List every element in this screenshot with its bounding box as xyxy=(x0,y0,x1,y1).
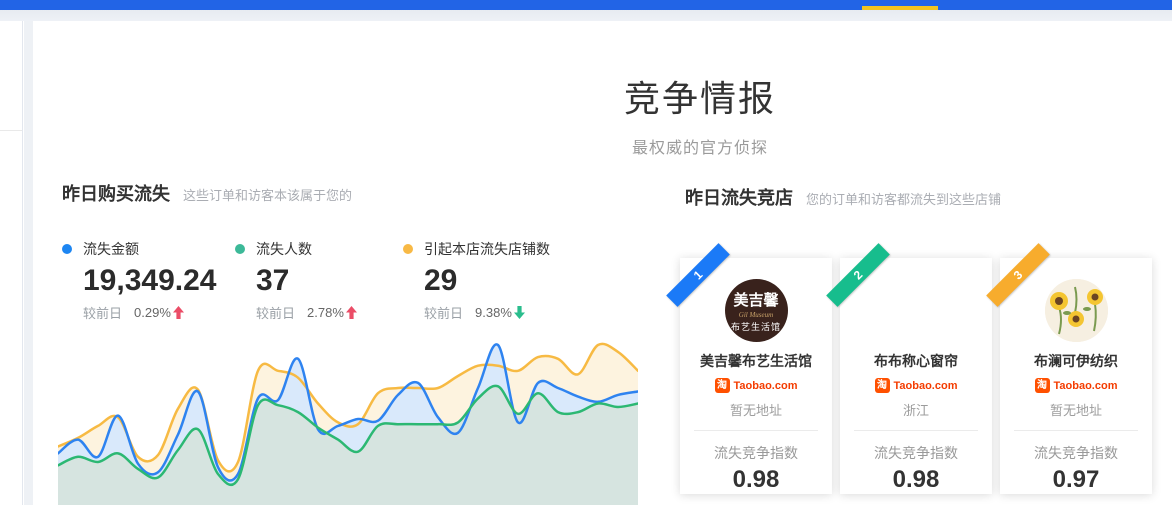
compare-label: 较前日 xyxy=(424,303,463,322)
taobao-icon: 淘 xyxy=(715,378,730,393)
competitor-card-3[interactable]: 3 布澜可伊纺织 淘 Taobao.com 暂无地址 流失竞争指数 0.97 xyxy=(1000,258,1152,494)
taobao-icon: 淘 xyxy=(875,378,890,393)
purchase-loss-title: 昨日购买流失 xyxy=(62,184,170,204)
card-divider xyxy=(1014,430,1138,431)
legend-dot-lost-amount xyxy=(62,244,72,254)
platform-row: 淘 Taobao.com xyxy=(680,378,832,393)
legend-dot-causing-stores xyxy=(403,244,413,254)
card-divider xyxy=(694,430,818,431)
purchase-loss-subtitle: 这些订单和访客本该属于您的 xyxy=(183,188,352,203)
taobao-label: Taobao.com xyxy=(894,380,958,392)
trend-up-icon xyxy=(346,306,357,319)
left-rail xyxy=(0,21,23,505)
toolbar-strip xyxy=(0,10,1172,21)
platform-row: 淘 Taobao.com xyxy=(1000,378,1152,393)
page-title: 竞争情报 xyxy=(430,70,970,122)
sunflower-art xyxy=(1045,279,1108,342)
store-name[interactable]: 布澜可伊纺织 xyxy=(1000,351,1152,371)
compare-label: 较前日 xyxy=(256,303,295,322)
rank-ribbon: 1 xyxy=(666,243,730,307)
trend-up-icon xyxy=(173,306,184,319)
section-purchase-loss-header: 昨日购买流失这些订单和访客本该属于您的 xyxy=(62,180,352,206)
store-avatar xyxy=(1045,279,1108,342)
page-subtitle: 最权威的官方侦探 xyxy=(430,134,970,158)
metric-lost-amount: 流失金额 19,349.24 较前日 0.29% xyxy=(62,239,216,322)
trend-down-icon xyxy=(514,306,525,319)
metric-value: 37 xyxy=(256,264,357,298)
change-percent: 9.38% xyxy=(475,305,512,320)
store-name[interactable]: 美吉馨布艺生活馆 xyxy=(680,351,832,371)
metric-value: 29 xyxy=(424,264,550,298)
store-name[interactable]: 布布称心窗帘 xyxy=(840,351,992,371)
store-location: 暂无地址 xyxy=(680,400,832,419)
taobao-label: Taobao.com xyxy=(1054,380,1118,392)
rank-ribbon: 2 xyxy=(826,243,890,307)
metric-lost-visitors: 流失人数 37 较前日 2.78% xyxy=(235,239,357,322)
store-location: 浙江 xyxy=(840,400,992,419)
taobao-icon: 淘 xyxy=(1035,378,1050,393)
rank-ribbon: 3 xyxy=(986,243,1050,307)
store-avatar: 美吉馨 Gil Museum 布艺生活馆 xyxy=(725,279,788,342)
avatar-line: 布艺生活馆 xyxy=(731,320,781,333)
competitor-card-1[interactable]: 1 美吉馨 Gil Museum 布艺生活馆 美吉馨布艺生活馆 淘 Taobao… xyxy=(680,258,832,494)
metric-causing-stores: 引起本店流失店铺数 29 较前日 9.38% xyxy=(403,239,550,322)
section-lost-competitors-header: 昨日流失竞店您的订单和访客都流失到这些店铺 xyxy=(685,184,1001,210)
compare-label: 较前日 xyxy=(83,303,122,322)
competition-index-value: 0.97 xyxy=(1000,466,1152,494)
competition-index-label: 流失竞争指数 xyxy=(680,443,832,463)
competitor-card-2[interactable]: 2 布布称心窗帘 淘 Taobao.com 浙江 流失竞争指数 0.98 xyxy=(840,258,992,494)
store-avatar xyxy=(885,279,948,342)
loss-trend-chart[interactable] xyxy=(58,333,638,505)
competition-index-value: 0.98 xyxy=(840,466,992,494)
card-divider xyxy=(854,430,978,431)
avatar-line: 美吉馨 xyxy=(733,289,778,310)
metric-label: 流失金额 xyxy=(83,239,139,259)
taobao-label: Taobao.com xyxy=(734,380,798,392)
content-gutter xyxy=(24,21,33,505)
metric-label: 流失人数 xyxy=(256,239,312,259)
change-percent: 2.78% xyxy=(307,305,344,320)
metric-value: 19,349.24 xyxy=(83,264,216,298)
metric-label: 引起本店流失店铺数 xyxy=(424,239,550,259)
left-rail-divider xyxy=(0,130,22,131)
platform-row: 淘 Taobao.com xyxy=(840,378,992,393)
top-nav-bar[interactable] xyxy=(0,0,1172,10)
change-percent: 0.29% xyxy=(134,305,171,320)
competition-index-label: 流失竞争指数 xyxy=(1000,443,1152,463)
avatar-line: Gil Museum xyxy=(739,311,773,319)
lost-competitors-title: 昨日流失竞店 xyxy=(685,188,793,208)
legend-dot-lost-visitors xyxy=(235,244,245,254)
competition-index-value: 0.98 xyxy=(680,466,832,494)
competitor-card-list: 1 美吉馨 Gil Museum 布艺生活馆 美吉馨布艺生活馆 淘 Taobao… xyxy=(680,258,1152,494)
store-location: 暂无地址 xyxy=(1000,400,1152,419)
competition-index-label: 流失竞争指数 xyxy=(840,443,992,463)
lost-competitors-subtitle: 您的订单和访客都流失到这些店铺 xyxy=(806,192,1001,207)
page-header: 竞争情报 最权威的官方侦探 xyxy=(430,70,970,158)
